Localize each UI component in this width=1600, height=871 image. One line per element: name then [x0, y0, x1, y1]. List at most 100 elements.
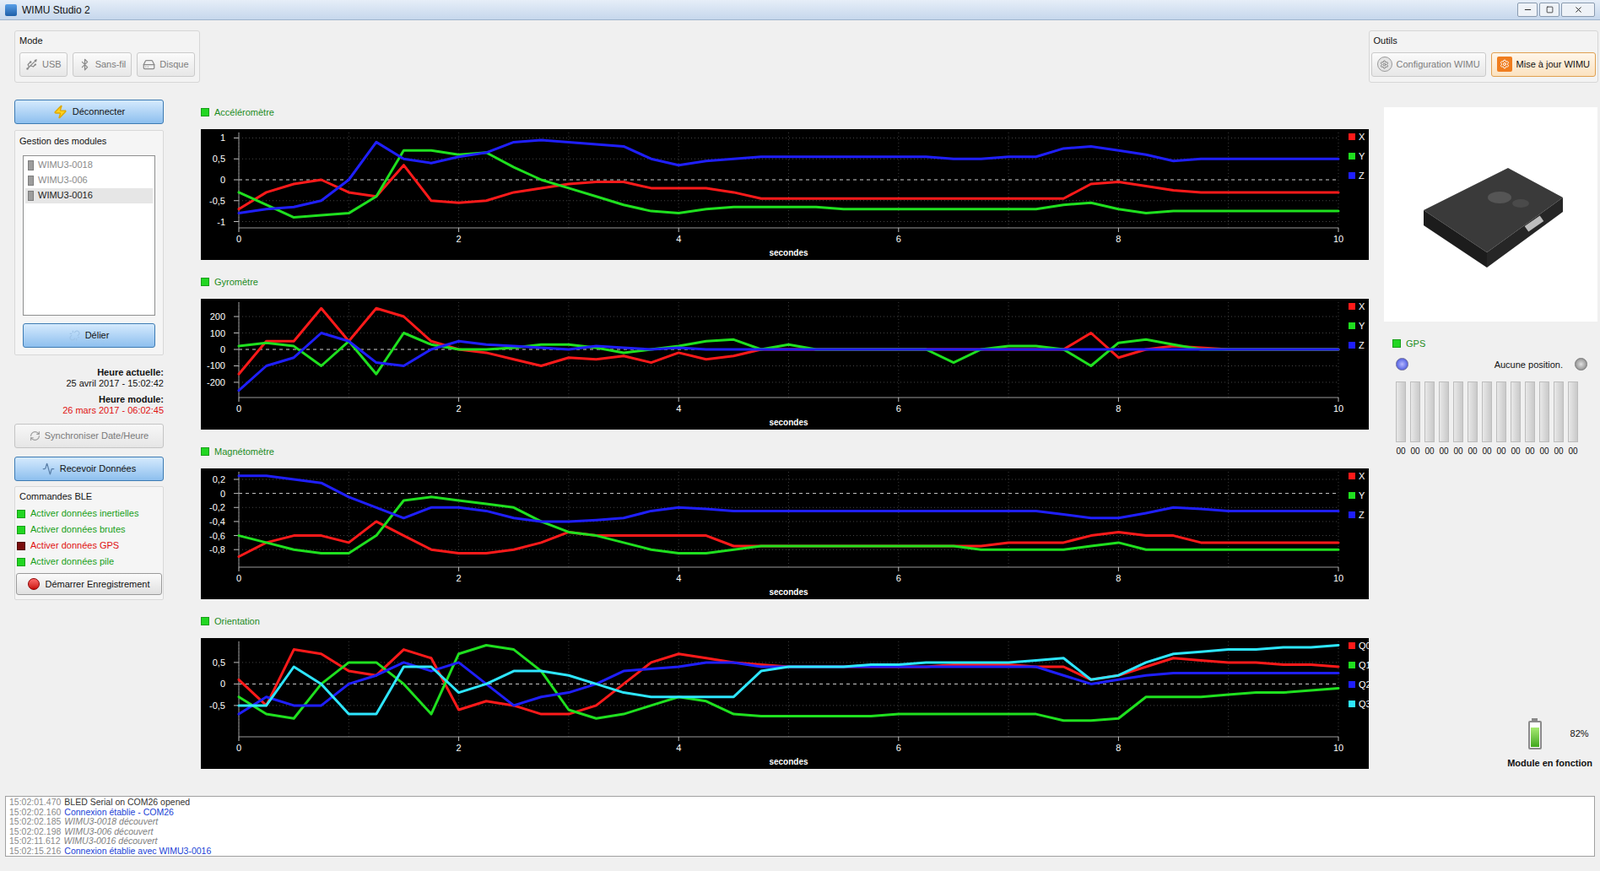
svg-text:4: 4 [675, 742, 682, 753]
sync-button[interactable]: Synchroniser Date/Heure [14, 423, 164, 449]
grid-line [788, 641, 790, 737]
legend-item: Y [1348, 490, 1366, 501]
x-tick: 10 [1333, 227, 1344, 244]
satellite: 00 [1424, 381, 1435, 458]
satellite-bar [1481, 381, 1492, 443]
svg-text:4: 4 [675, 403, 682, 414]
close-icon [1573, 5, 1584, 15]
module-item[interactable]: WIMU3-0016 [25, 188, 153, 204]
series-line [238, 662, 1339, 714]
chart-status[interactable] [200, 108, 210, 117]
x-tick: 2 [456, 736, 462, 753]
update-icon [1497, 56, 1513, 72]
main-area: Déconnecter Gestion des modules WIMU3-0018… [0, 84, 1600, 795]
toolbar-button[interactable]: USB [19, 52, 68, 77]
satellite-bar [1410, 381, 1421, 443]
group-title: Gestion des modules [15, 130, 163, 149]
svg-text:-0,5: -0,5 [209, 195, 226, 206]
module-time-label: Heure module: [98, 394, 164, 406]
maximize-button[interactable] [1539, 2, 1560, 17]
grid-line [1118, 471, 1119, 568]
y-tick: -1 [216, 216, 1339, 228]
y-tick: 200 [210, 311, 1339, 322]
y-tick: -200 [206, 377, 1339, 388]
ble-checkbox-row[interactable]: Activer données inertielles [15, 505, 163, 522]
grid-line [1008, 641, 1010, 737]
satellite: 00 [1481, 381, 1492, 458]
receive-data-button[interactable]: Recevoir Données [14, 456, 164, 482]
x-tick: 0 [236, 567, 242, 584]
grid-line [238, 302, 240, 398]
svg-text:X: X [1358, 131, 1366, 142]
grid-line [567, 641, 569, 737]
svg-text:Z: Z [1358, 509, 1365, 520]
satellite: 00 [1453, 381, 1464, 458]
svg-text:0: 0 [220, 174, 226, 185]
disconnect-button[interactable]: Déconnecter [14, 99, 164, 125]
toolbar-button[interactable]: Mise à jour WIMU [1491, 52, 1596, 77]
module-item[interactable]: WIMU3-006 [25, 172, 153, 189]
chart-header: Magnétomètre [200, 442, 1369, 461]
module-item[interactable]: WIMU3-0018 [25, 157, 153, 173]
ble-checkbox-row[interactable]: Activer données pile [15, 553, 163, 570]
legend-item: Q1 [1348, 659, 1369, 671]
legend-item: Y [1348, 320, 1366, 331]
checkbox[interactable] [16, 557, 26, 567]
x-tick: 6 [896, 736, 902, 753]
log-line: 15:02:02.160Connexion établie - COM26 [9, 807, 1595, 818]
svg-text:2: 2 [456, 572, 462, 584]
satellite-reading: 00 [1481, 444, 1492, 458]
record-button[interactable]: Démarrer Enregistrement [16, 572, 163, 595]
chart-status[interactable] [200, 277, 210, 287]
checkbox[interactable] [16, 541, 26, 551]
checkbox[interactable] [16, 525, 26, 535]
svg-text:2: 2 [456, 742, 462, 753]
satellite: 00 [1510, 381, 1521, 458]
x-axis [238, 736, 1339, 738]
series-line [238, 649, 1339, 715]
ble-checkbox-row[interactable]: Activer données brutes [15, 521, 163, 538]
device-icon [1406, 151, 1576, 278]
close-button[interactable] [1561, 2, 1595, 17]
satellite: 00 [1567, 381, 1579, 458]
satellite-bar [1395, 381, 1406, 443]
grid-line [678, 641, 680, 737]
module-icon [27, 190, 34, 201]
satellite-reading: 00 [1438, 444, 1449, 458]
ble-checkbox-row[interactable]: Activer données GPS [15, 537, 163, 554]
legend-item: Y [1348, 151, 1366, 162]
x-axis [238, 397, 1339, 399]
satellite-reading: 00 [1510, 444, 1520, 458]
toolbar-button[interactable]: Configuration WIMU [1371, 52, 1487, 77]
sidebar: Déconnecter Gestion des modules WIMU3-0018… [0, 84, 164, 795]
svg-text:0: 0 [236, 403, 242, 414]
chart-status[interactable] [200, 616, 210, 626]
chart-status[interactable] [200, 447, 210, 456]
y-tick: 0 [220, 678, 1339, 689]
svg-text:4: 4 [675, 572, 682, 584]
usb-icon [25, 58, 38, 71]
toolbar-button[interactable]: Sans-fil [72, 52, 133, 77]
y-tick: -0,5 [209, 195, 1339, 206]
x-tick: 8 [1115, 397, 1121, 414]
unlink-button[interactable]: Délier [22, 323, 156, 348]
svg-text:0: 0 [220, 678, 226, 689]
minimize-button[interactable] [1517, 2, 1538, 17]
group-title: Commandes BLE [15, 486, 163, 504]
svg-text:6: 6 [896, 233, 902, 244]
battery-icon [1528, 718, 1542, 750]
svg-text:6: 6 [896, 572, 902, 584]
toolbar-button[interactable]: Disque [136, 52, 195, 77]
svg-text:10: 10 [1333, 233, 1344, 244]
svg-text:-0,5: -0,5 [209, 700, 226, 711]
chart-section: Gyromètre2001000-100-2000246810XYZsecond… [200, 272, 1369, 430]
gps-status[interactable] [1392, 339, 1401, 348]
svg-text:2: 2 [456, 233, 462, 244]
x-tick: 0 [236, 397, 242, 414]
svg-text:Y: Y [1358, 490, 1366, 501]
checkbox[interactable] [16, 509, 26, 519]
module-time-value: 26 mars 2017 - 06:02:45 [62, 405, 164, 417]
log-line: 15:02:02.185WIMU3-0018 découvert [9, 816, 1595, 828]
ble-commands-group: Commandes BLEActiver données inertielles… [14, 486, 164, 601]
module-status: Module en fonction [1507, 756, 1593, 771]
